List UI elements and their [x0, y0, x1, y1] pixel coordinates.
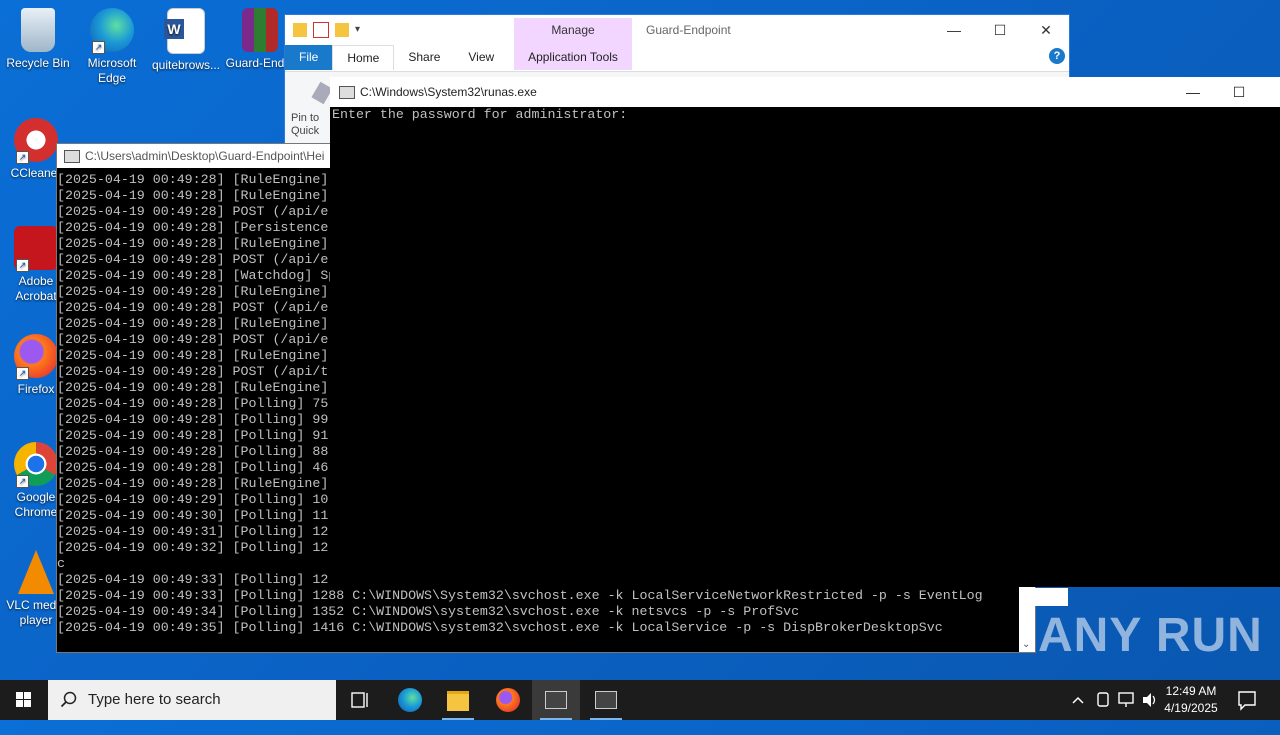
network-icon: [1118, 692, 1134, 707]
vlc-cone-icon: [18, 550, 54, 594]
search-placeholder: Type here to search: [88, 691, 221, 708]
taskbar-console-2[interactable]: [582, 680, 630, 720]
pin-to-quick-access-label[interactable]: Pin to Quick access: [291, 112, 331, 138]
clock-date: 4/19/2025: [1164, 701, 1218, 715]
taskbar-firefox[interactable]: [484, 680, 532, 720]
console-log-line: [2025-04-19 00:49:35] [Polling] 1416 C:\…: [57, 620, 943, 635]
winrar-archive-icon: [242, 8, 278, 52]
task-view-button[interactable]: [336, 680, 384, 720]
close-button[interactable]: ✕: [1023, 15, 1069, 45]
taskbar-edge[interactable]: [386, 680, 434, 720]
console-icon: [595, 691, 617, 709]
qat-dropdown-icon[interactable]: ▾: [355, 23, 369, 37]
edge-icon: [398, 688, 422, 712]
desktop-icon-label: Microsoft Edge: [87, 56, 137, 85]
tab-application-tools[interactable]: Application Tools: [514, 45, 632, 70]
show-hidden-icons-button[interactable]: [1070, 680, 1086, 720]
new-folder-icon[interactable]: [335, 23, 349, 37]
word-document-icon: W: [164, 8, 205, 54]
console-log-line: [2025-04-19 00:49:34] [Polling] 1352 C:\…: [57, 604, 800, 619]
console-log-title: C:\Users\admin\Desktop\Guard-Endpoint\He…: [85, 149, 325, 163]
console-icon: [545, 691, 567, 709]
chrome-icon: ↗: [14, 442, 58, 488]
runas-password-prompt[interactable]: Enter the password for administrator:: [332, 107, 1280, 587]
maximize-button[interactable]: ☐: [977, 15, 1023, 45]
explorer-title: Guard-Endpoint: [646, 23, 731, 37]
folder-icon: [447, 691, 469, 711]
scroll-down-icon[interactable]: ⌄: [1022, 639, 1030, 650]
adobe-acrobat-icon: ↗: [14, 226, 58, 272]
minimize-button[interactable]: —: [931, 15, 977, 45]
security-tray-icon[interactable]: [1094, 680, 1112, 720]
taskbar-clock[interactable]: 12:49 AM 4/19/2025: [1160, 683, 1222, 717]
taskbar-search-box[interactable]: Type here to search: [48, 680, 336, 720]
tab-home[interactable]: Home: [332, 45, 395, 70]
task-view-icon: [351, 692, 368, 708]
start-button[interactable]: [0, 680, 48, 720]
properties-icon[interactable]: [313, 22, 329, 38]
ccleaner-icon: ↗: [14, 118, 58, 164]
runas-title: C:\Windows\System32\runas.exe: [360, 85, 537, 99]
shield-icon: [1097, 692, 1109, 707]
notification-icon: [1238, 691, 1256, 711]
quick-access-toolbar: ▾: [285, 22, 523, 38]
desktop-icon-edge[interactable]: ↗ Microsoft Edge: [74, 8, 150, 86]
network-tray-icon[interactable]: [1116, 680, 1136, 720]
desktop-icon-recycle-bin[interactable]: Recycle Bin: [0, 8, 76, 71]
desktop-icon-quitebrows[interactable]: W quitebrows...: [148, 8, 224, 73]
manage-label: Manage: [551, 23, 595, 37]
minimize-button[interactable]: —: [1170, 77, 1216, 107]
tab-share[interactable]: Share: [394, 45, 454, 70]
desktop-icon-label: quitebrows...: [151, 58, 221, 72]
maximize-button[interactable]: ☐: [1216, 77, 1262, 107]
anyrun-watermark: ANY RUN: [1038, 609, 1263, 662]
action-center-button[interactable]: [1236, 680, 1258, 720]
recycle-bin-icon: [21, 8, 55, 52]
window-thumbnail-strip: [1034, 588, 1068, 606]
tab-file[interactable]: File: [285, 45, 333, 70]
speaker-icon: [1143, 693, 1156, 707]
help-icon[interactable]: ?: [1049, 48, 1065, 64]
tab-view[interactable]: View: [454, 45, 508, 70]
console-icon: [339, 86, 355, 99]
console-log-line: [2025-04-19 00:49:33] [Polling] 1288 C:\…: [57, 588, 983, 603]
chevron-up-icon: [1072, 696, 1084, 704]
windows-logo-icon: [16, 692, 31, 707]
runas-console-window[interactable]: C:\Windows\System32\runas.exe — ☐ Enter …: [330, 77, 1280, 587]
clock-time: 12:49 AM: [1165, 684, 1217, 698]
desktop-icon-label: Recycle Bin: [6, 56, 70, 70]
taskbar: Type here to search 12:49 AM 4/19/2025: [0, 680, 1280, 720]
folder-icon: [293, 23, 307, 37]
console-icon: [64, 150, 80, 163]
volume-tray-icon[interactable]: [1140, 680, 1160, 720]
search-icon: [60, 691, 77, 708]
runas-titlebar[interactable]: C:\Windows\System32\runas.exe — ☐: [330, 77, 1280, 107]
taskbar-console-1[interactable]: [532, 680, 580, 720]
ribbon-tabs: File Home Share View Application Tools: [285, 45, 618, 70]
edge-icon: ↗: [90, 8, 134, 54]
firefox-icon: ↗: [14, 334, 58, 380]
firefox-icon: [496, 688, 520, 712]
taskbar-file-explorer[interactable]: [434, 680, 482, 720]
